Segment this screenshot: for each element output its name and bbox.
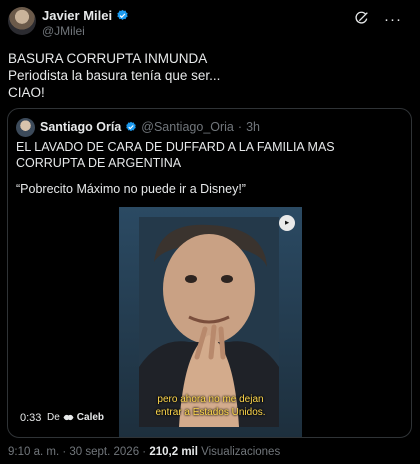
grok-icon[interactable]	[354, 10, 370, 26]
author-name[interactable]: Javier Milei	[42, 8, 112, 23]
channel-logo-icon: ▶	[279, 215, 295, 231]
views-count: 210,2 mil	[149, 446, 198, 458]
video-subtitle-line: pero ahora no me dejan	[157, 394, 264, 405]
quoted-text: EL LAVADO DE CARA DE DUFFARD A LA FAMILI…	[16, 139, 404, 207]
author-avatar[interactable]	[8, 7, 36, 35]
post-footer: 9:10 a. m. · 30 sept. 2026 · 210,2 mil V…	[8, 446, 280, 458]
post-text-line: Periodista la basura tenía que ser...	[8, 68, 221, 83]
quoted-post[interactable]: Santiago Oría @Santiago_Oria · 3h EL LAV…	[7, 108, 412, 438]
verified-badge-icon	[117, 9, 128, 20]
views-label: Visualizaciones	[201, 446, 281, 458]
attribution-label: De	[47, 412, 60, 423]
quoted-time[interactable]: 3h	[246, 120, 260, 134]
post-time[interactable]: 9:10 a. m.	[8, 446, 59, 458]
quoted-author-handle[interactable]: @Santiago_Oria	[141, 120, 234, 134]
attribution-avatar-icon	[63, 414, 74, 421]
video-subtitle-line: entrar a Estados Unidos.	[155, 407, 266, 418]
separator: ·	[62, 446, 67, 458]
post-text-line: BASURA CORRUPTA INMUNDA	[8, 51, 208, 66]
author-handle[interactable]: @JMilei	[42, 24, 129, 38]
author-block: Javier Milei @JMilei	[42, 8, 129, 38]
quoted-text-paragraph: EL LAVADO DE CARA DE DUFFARD A LA FAMILI…	[16, 140, 335, 170]
quoted-author-name[interactable]: Santiago Oría	[40, 120, 121, 134]
video-player[interactable]: ▶ pero ahora no me dejan entrar a Estado…	[119, 207, 302, 437]
quoted-header: Santiago Oría @Santiago_Oria · 3h	[40, 120, 260, 134]
attribution-name: Caleb	[76, 412, 105, 423]
more-options-icon[interactable]: ···	[384, 11, 402, 28]
video-attribution[interactable]: De Caleb	[47, 412, 104, 423]
post-text: BASURA CORRUPTA INMUNDA Periodista la ba…	[8, 50, 408, 101]
separator: ·	[237, 120, 243, 134]
quoted-author-avatar[interactable]	[16, 118, 35, 137]
separator: ·	[142, 446, 147, 458]
video-duration: 0:33	[20, 412, 42, 424]
post-date[interactable]: 30 sept. 2026	[69, 446, 139, 458]
post-text-line: CIAO!	[8, 85, 45, 100]
quoted-text-paragraph: “Pobrecito Máximo no puede ir a Disney!”	[16, 182, 246, 196]
verified-badge-icon	[126, 121, 137, 132]
